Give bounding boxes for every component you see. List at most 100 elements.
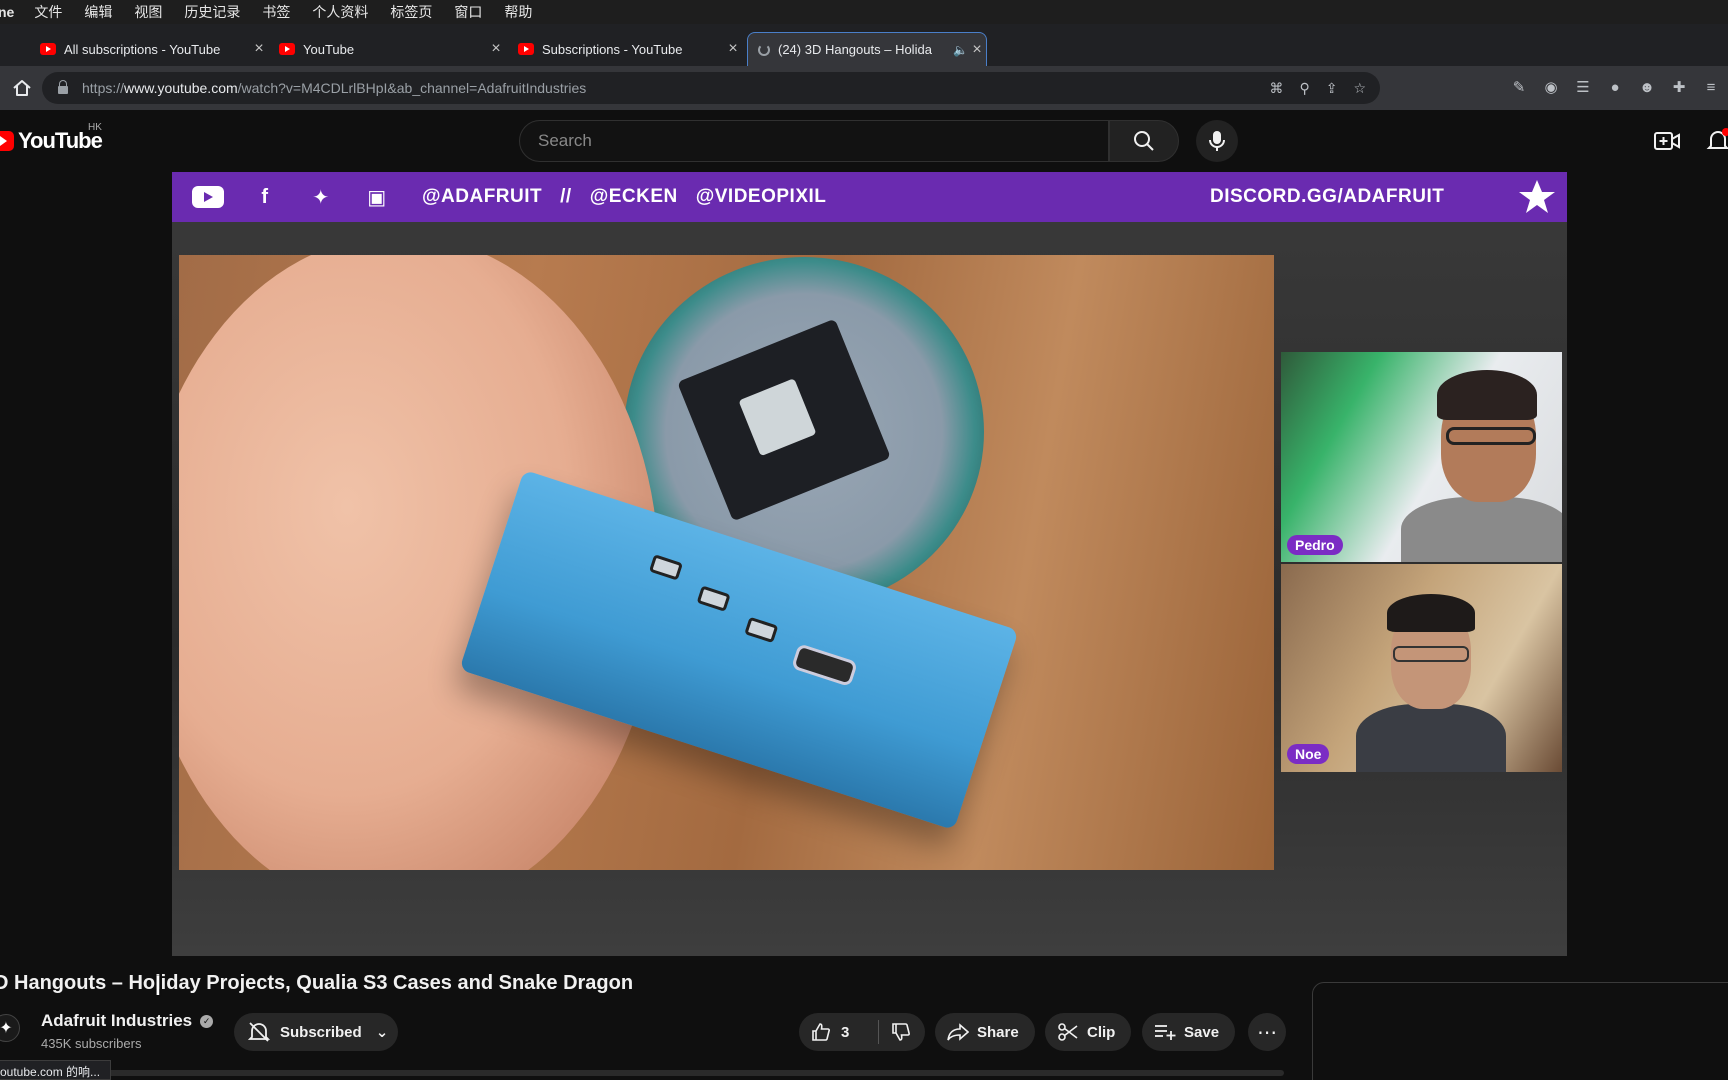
edit-extension-icon[interactable]: ✎ [1510,78,1528,96]
puzzle-extensions-icon[interactable]: ✚ [1670,78,1688,96]
person-hair [1437,370,1537,420]
youtube-header: YouTube HK [0,110,1728,172]
chrome-extension-icon[interactable]: ◉ [1542,78,1560,96]
menu-view[interactable]: 视图 [134,2,162,22]
subscribed-label: Subscribed [280,1023,362,1041]
loading-spinner-icon [758,43,770,56]
banner-social-icons: f ✦ ▣ [192,185,392,209]
handle-ecken: @ECKEN [589,186,678,207]
menu-app-name[interactable]: ne [0,4,14,20]
tab-close-icon[interactable]: × [487,40,505,58]
participant-name-tag: Noe [1287,744,1330,764]
person-glasses [1393,646,1469,662]
video-player[interactable]: f ✦ ▣ @ADAFRUIT // @ECKEN @VIDEOPIXIL DI… [172,172,1567,956]
circle-extension-icon[interactable]: ● [1606,79,1624,96]
share-arrow-icon [947,1023,969,1041]
bookmark-star-icon[interactable]: ☆ [1353,80,1366,97]
browser-status-bar: outube.com 的响... [0,1060,112,1080]
menu-profiles[interactable]: 个人资料 [312,2,368,22]
tab-subscriptions[interactable]: Subscriptions - YouTube × [508,32,742,66]
adafruit-star-logo-icon [1519,180,1555,213]
banner-handles: @ADAFRUIT // @ECKEN @VIDEOPIXIL [422,186,826,208]
microphone-icon [1209,131,1225,151]
youtube-favicon-icon [518,43,534,55]
tab-title: Subscriptions - YouTube [542,41,683,57]
more-actions-button[interactable]: ⋯ [1248,1013,1286,1051]
channel-name[interactable]: Adafruit Industries [41,1011,192,1031]
main-camera-feed [179,255,1274,870]
region-code: HK [88,122,102,133]
text-cursor-icon: I [154,970,162,1001]
stream-banner: f ✦ ▣ @ADAFRUIT // @ECKEN @VIDEOPIXIL DI… [172,172,1567,222]
video-title: D Hangouts – Holiday Projects, Qualia S3… [0,972,634,994]
tab-all-subscriptions[interactable]: All subscriptions - YouTube × [30,32,268,66]
usb-port [696,585,731,612]
search-button[interactable] [1109,120,1179,162]
handle-separator: // [560,186,572,207]
menu-bookmarks[interactable]: 书签 [262,2,290,22]
menu-help[interactable]: 帮助 [504,2,532,22]
instagram-icon: ▣ [367,186,387,209]
like-dislike-group: 3 [799,1013,925,1051]
search-input[interactable] [538,131,1108,151]
channel-avatar[interactable]: ✦ [0,1014,20,1042]
participant-cameras: Pedro Noe [1281,352,1562,772]
save-button[interactable]: Save [1142,1013,1236,1051]
notifications-bell-icon[interactable] [1706,128,1728,154]
bell-off-icon [248,1022,270,1042]
youtube-play-icon [0,131,14,151]
home-icon[interactable] [12,78,32,98]
dislike-button[interactable] [879,1022,911,1042]
voice-search-button[interactable] [1196,120,1238,162]
translate-icon[interactable]: ⌘ [1269,80,1283,97]
channel-name-row[interactable]: Adafruit Industries ✓ [41,1011,214,1031]
share-label: Share [977,1023,1019,1041]
audio-playing-icon[interactable]: 🔈 [953,43,968,57]
person-body [1401,497,1562,562]
address-bar-actions: ⌘ ⚲ ⇪ ☆ [1269,80,1366,97]
reading-list-icon[interactable]: ≡ [1702,79,1720,96]
tab-close-icon[interactable]: × [968,41,986,59]
like-button[interactable]: 3 [799,1020,879,1044]
save-label: Save [1184,1023,1220,1041]
clip-button[interactable]: Clip [1045,1013,1132,1051]
tab-title: (24) 3D Hangouts – Holida [778,42,932,57]
tab-close-icon[interactable]: × [724,40,742,58]
browser-toolbar: https://www.youtube.com/watch?v=M4CDLrlB… [0,66,1728,110]
zoom-icon[interactable]: ⚲ [1299,80,1309,97]
scissors-icon [1058,1023,1078,1041]
tab-youtube[interactable]: YouTube × [269,32,505,66]
subscriber-count: 435K subscribers [41,1036,142,1051]
menu-edit[interactable]: 编辑 [84,2,112,22]
url-path: /watch?v=M4CDLrlBHpI&ab_channel=Adafruit… [237,80,587,96]
menu-tabs[interactable]: 标签页 [390,2,432,22]
thumbs-up-icon [812,1023,830,1041]
url-host: www.youtube.com [124,80,238,96]
avatar-extension-icon[interactable]: ☻ [1638,79,1656,96]
tab-close-icon[interactable]: × [250,40,268,58]
person-hair [1387,594,1475,632]
share-icon[interactable]: ⇪ [1326,80,1338,97]
search-box[interactable] [519,120,1109,162]
list-extension-icon[interactable]: ☰ [1574,78,1592,96]
participant-name-tag: Pedro [1287,535,1343,555]
youtube-logo[interactable]: YouTube HK [0,122,103,154]
twitter-icon: ✦ [312,186,330,209]
usb-port [648,554,684,581]
search-icon [1134,131,1154,151]
menu-window[interactable]: 窗口 [454,2,482,22]
participant-camera-noe: Noe [1281,564,1562,772]
youtube-icon [192,186,224,208]
subscribed-button[interactable]: Subscribed ⌄ [234,1013,398,1051]
lock-icon[interactable] [58,80,68,94]
share-button[interactable]: Share [935,1013,1035,1051]
youtube-favicon-icon [40,43,56,55]
tab-3d-hangouts-active[interactable]: (24) 3D Hangouts – Holida 🔈 × [747,32,987,66]
menu-history[interactable]: 历史记录 [184,2,240,22]
menu-file[interactable]: 文件 [34,2,62,22]
create-video-icon[interactable] [1654,130,1680,152]
url-scheme: https:// [82,80,125,96]
chevron-down-icon: ⌄ [375,1024,389,1041]
discord-link-text: DISCORD.GG/ADAFRUIT [1210,186,1445,207]
address-bar[interactable]: https://www.youtube.com/watch?v=M4CDLrlB… [42,72,1380,104]
